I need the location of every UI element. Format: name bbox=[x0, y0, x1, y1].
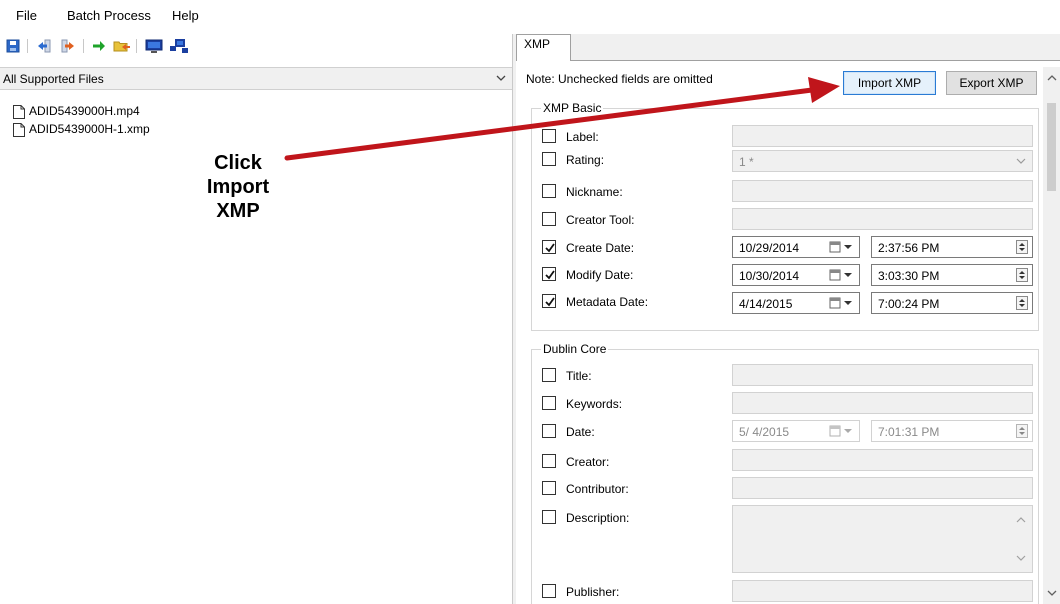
callout-line-2: Import bbox=[206, 176, 270, 198]
callout-line-1: Click bbox=[214, 152, 262, 174]
annotation-arrow bbox=[284, 77, 840, 161]
callout-line-3: XMP bbox=[216, 200, 260, 222]
annotation-callout: Click Import XMP bbox=[186, 151, 290, 223]
